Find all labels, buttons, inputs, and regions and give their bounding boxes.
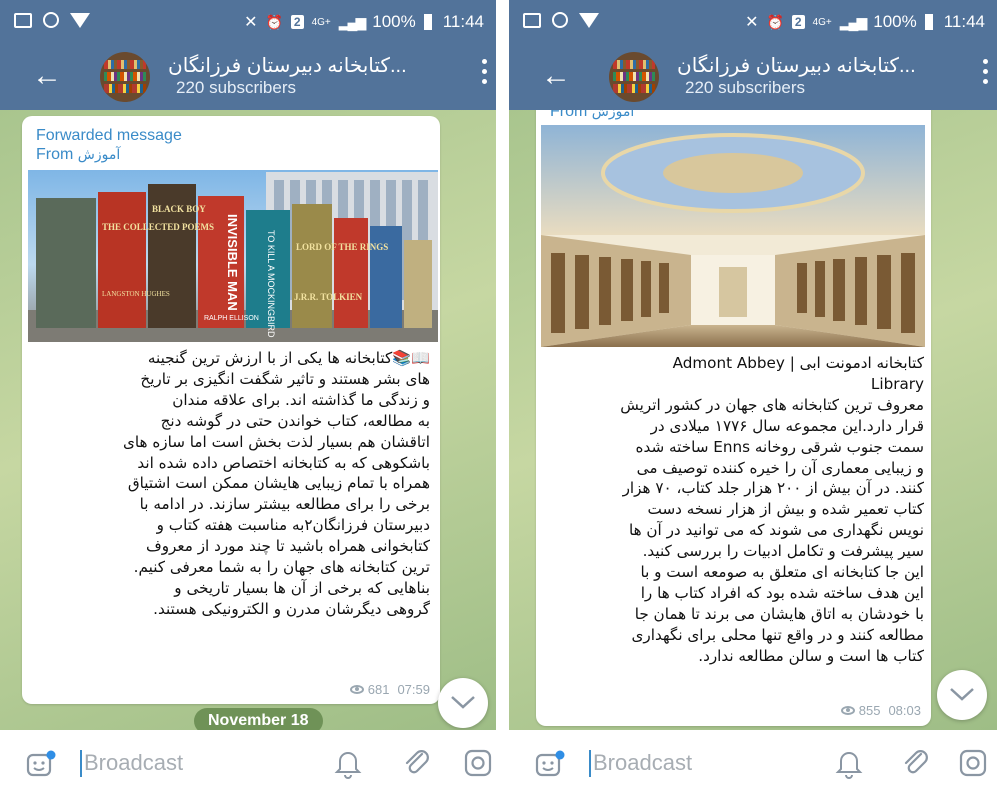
library-books-illustration: THE COLLECTED POEMS BLACK BOY LORD OF TH… (28, 172, 438, 342)
channel-avatar[interactable] (100, 52, 150, 102)
chevron-down-icon (950, 688, 974, 701)
message-meta: 681 07:59 (349, 682, 430, 697)
paperclip-icon[interactable] (402, 748, 432, 778)
eye-icon (840, 706, 855, 715)
back-arrow-icon[interactable]: ← (541, 61, 571, 91)
status-notifications (523, 12, 599, 28)
signal-icon: ▂▄▆ (338, 13, 366, 30)
alarm-icon: ⏰ (766, 13, 784, 30)
sticker-icon[interactable] (26, 750, 56, 778)
message-input[interactable]: Broadcast (593, 750, 692, 776)
book-spine-label: J.R.R. TOLKIEN (294, 292, 363, 302)
gallery-notification-icon (523, 12, 541, 28)
network-type: 4G+ (812, 16, 832, 28)
wifi-icon (579, 12, 599, 28)
message-time: 08:03 (888, 703, 921, 718)
status-bar: ✕ ⏰ 2 4G+ ▂▄▆ 100% 11:44 (0, 0, 496, 44)
subscriber-count: 220 subscribers (176, 78, 297, 97)
status-bar: ✕ ⏰ 2 4G+ ▂▄▆ 100% 11:44 (509, 0, 997, 44)
scroll-down-button[interactable] (438, 678, 488, 728)
instagram-notification-icon (43, 12, 59, 28)
message-photo[interactable]: THE COLLECTED POEMS BLACK BOY LORD OF TH… (28, 170, 438, 342)
book-spine-label: RALPH ELLISON (204, 315, 259, 322)
battery-percent: 100% (372, 12, 416, 31)
book-spine-label: LORD OF THE RINGS (296, 242, 388, 252)
left-screen: ✕ ⏰ 2 4G+ ▂▄▆ 100% 11:44 ← کتابخانه دبیر… (0, 0, 496, 795)
mute-icon: ✕ (745, 14, 759, 31)
camera-icon[interactable] (959, 749, 987, 777)
wifi-icon (70, 12, 90, 28)
menu-dots-icon[interactable] (478, 59, 490, 84)
view-count: 855 (858, 703, 881, 718)
message-meta: 855 08:03 (840, 703, 921, 718)
forwarded-from-word: From (550, 110, 588, 120)
channel-avatar[interactable] (609, 52, 659, 102)
forwarded-from-name: آموزش (591, 110, 635, 120)
chevron-down-icon (451, 696, 475, 709)
alarm-icon: ⏰ (265, 13, 283, 30)
channel-header: ← کتابخانه دبیرستان فرزانگان... 220 subs… (509, 44, 997, 110)
battery-icon (924, 14, 933, 30)
message-bubble[interactable]: Forwarded message From آموزش THE COLLECT… (22, 116, 440, 704)
library-hall-illustration (541, 125, 925, 347)
status-system: ✕ ⏰ 2 4G+ ▂▄▆ 100% 11:44 (745, 12, 985, 32)
bell-icon[interactable] (835, 747, 863, 779)
view-count: 681 (367, 682, 390, 697)
network-type: 4G+ (311, 16, 331, 28)
book-spine-label: THE COLLECTED POEMS (102, 222, 214, 232)
message-input[interactable]: Broadcast (84, 750, 183, 776)
right-screen: ✕ ⏰ 2 4G+ ▂▄▆ 100% 11:44 ← کتابخانه دبیر… (509, 0, 997, 795)
eye-icon (349, 685, 364, 694)
battery-icon (423, 14, 432, 30)
status-notifications (14, 12, 90, 28)
input-bar: Broadcast (0, 730, 496, 795)
mute-icon: ✕ (244, 14, 258, 31)
battery-percent: 100% (873, 12, 917, 31)
menu-dots-icon[interactable] (979, 59, 991, 84)
channel-title[interactable]: کتابخانه دبیرستان فرزانگان... (168, 53, 407, 78)
message-text: 📖📚کتابخانه ها یکی از با ارزش ترین گنجینه… (122, 349, 430, 618)
sim-indicator: 2 (791, 15, 805, 29)
book-spine-label: BLACK BOY (152, 204, 206, 214)
subscriber-count: 220 subscribers (685, 78, 806, 97)
paperclip-icon[interactable] (901, 748, 931, 778)
chat-area[interactable]: From آموزش کتابخانه ادمونت ابی | Admont … (509, 110, 997, 730)
scroll-down-button[interactable] (937, 670, 987, 720)
message-photo[interactable] (541, 125, 925, 347)
clock: 11:44 (943, 12, 985, 31)
clock: 11:44 (442, 12, 484, 31)
forwarded-label: Forwarded message (36, 127, 182, 144)
channel-header: ← کتابخانه دبیرستان فرزانگان... 220 subs… (0, 44, 496, 110)
date-chip: November 18 (194, 708, 323, 730)
channel-title[interactable]: کتابخانه دبیرستان فرزانگان... (677, 53, 916, 78)
back-arrow-icon[interactable]: ← (32, 61, 62, 91)
signal-icon: ▂▄▆ (839, 13, 867, 30)
sim-indicator: 2 (290, 15, 304, 29)
book-spine-label: INVISIBLE MAN (225, 214, 240, 311)
camera-icon[interactable] (464, 749, 492, 777)
sticker-icon[interactable] (535, 750, 565, 778)
book-spine-label: TO KILL A MOCKINGBIRD (266, 230, 276, 338)
forwarded-from-name: آموزش (77, 147, 121, 163)
message-text: کتابخانه ادمونت ابی | Admont Abbey Libra… (620, 354, 924, 665)
text-cursor (589, 750, 591, 777)
input-bar: Broadcast (509, 730, 997, 795)
text-cursor (80, 750, 82, 777)
screen-divider (496, 0, 509, 795)
gallery-notification-icon (14, 12, 32, 28)
instagram-notification-icon (552, 12, 568, 28)
status-system: ✕ ⏰ 2 4G+ ▂▄▆ 100% 11:44 (244, 12, 484, 32)
message-bubble[interactable]: From آموزش کتابخانه ادمونت ابی | Admont … (536, 110, 931, 726)
forwarded-from-word: From (36, 146, 74, 163)
book-spine-label: LANGSTON HUGHES (102, 290, 170, 298)
forwarded-from[interactable]: From آموزش (36, 145, 120, 165)
bell-icon[interactable] (334, 747, 362, 779)
forwarded-from[interactable]: From آموزش (550, 110, 634, 122)
chat-area[interactable]: Forwarded message From آموزش THE COLLECT… (0, 110, 496, 730)
message-time: 07:59 (397, 682, 430, 697)
